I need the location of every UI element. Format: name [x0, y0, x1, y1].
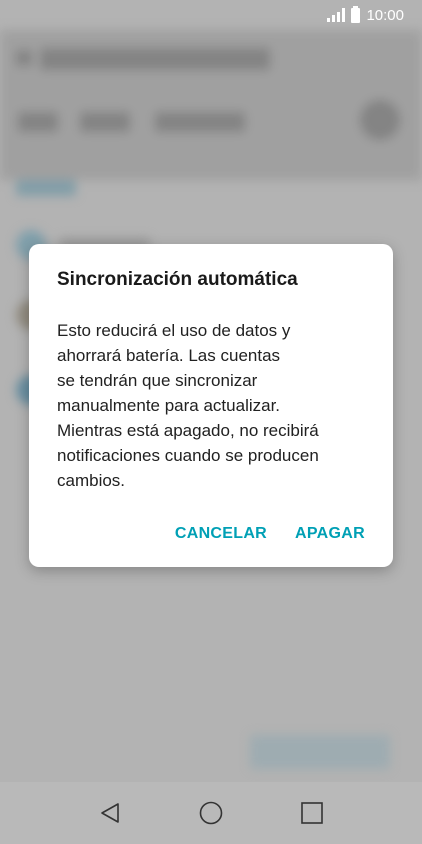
- status-time: 10:00: [366, 6, 404, 24]
- cancel-button[interactable]: CANCELAR: [175, 525, 267, 543]
- back-icon[interactable]: [90, 793, 130, 833]
- battery-icon: [351, 5, 361, 23]
- signal-icon: [327, 8, 346, 22]
- dialog-title: Sincronización automática: [57, 269, 298, 290]
- dialog-actions: CANCELAR APAGAR: [175, 525, 365, 543]
- home-icon[interactable]: [191, 793, 231, 833]
- recents-icon[interactable]: [292, 793, 332, 833]
- navigation-bar: [0, 782, 422, 844]
- turn-off-button[interactable]: APAGAR: [295, 525, 365, 543]
- auto-sync-dialog: Sincronización automática Esto reducirá …: [29, 244, 393, 567]
- status-bar: 10:00: [0, 0, 422, 30]
- dialog-message: Esto reducirá el uso de datos y ahorrará…: [57, 321, 319, 490]
